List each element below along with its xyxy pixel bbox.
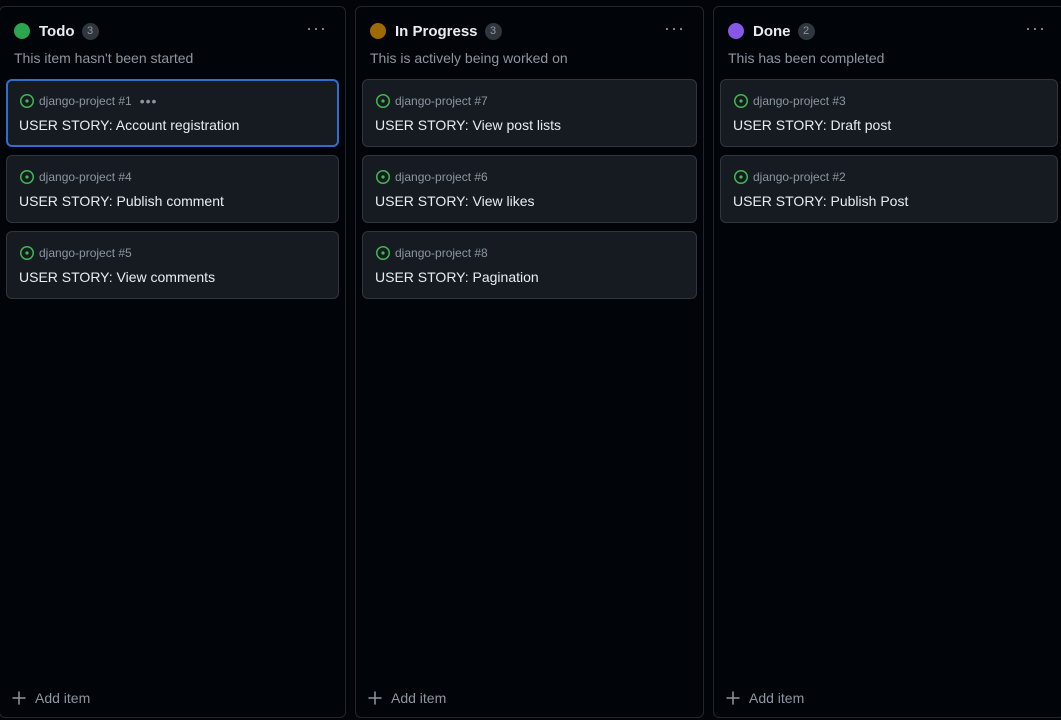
card-repo-ref[interactable]: django-project #2 — [753, 170, 846, 184]
plus-icon — [725, 690, 741, 706]
add-item-label: Add item — [749, 690, 805, 706]
issue-open-icon — [19, 245, 35, 261]
column-done: Done 2 ··· This has been completed django-pr… — [713, 6, 1061, 718]
card-repo-ref[interactable]: django-project #4 — [39, 170, 132, 184]
issue-card[interactable]: django-project #2 USER STORY: Publish Pos… — [720, 155, 1058, 223]
card-title[interactable]: USER STORY: Account registration — [19, 117, 239, 133]
add-item-label: Add item — [35, 690, 91, 706]
column-header: Done 2 ··· — [728, 19, 1050, 41]
card-repo-ref[interactable]: django-project #3 — [753, 94, 846, 108]
add-item-label: Add item — [391, 690, 447, 706]
card-meta: django-project #4 — [19, 169, 132, 185]
card-list: django-project #7 USER STORY: View post l… — [362, 79, 697, 307]
card-title[interactable]: USER STORY: View likes — [375, 193, 535, 209]
column-title: In Progress — [395, 22, 478, 40]
status-dot-icon — [370, 23, 386, 39]
card-meta: django-project #7 — [375, 93, 488, 109]
item-count-badge: 2 — [797, 22, 815, 40]
issue-open-icon — [19, 93, 35, 109]
card-repo-ref[interactable]: django-project #8 — [395, 246, 488, 260]
card-meta: django-project #3 — [733, 93, 846, 109]
item-count-badge: 3 — [81, 22, 99, 40]
issue-open-icon — [375, 169, 391, 185]
card-meta: django-project #2 — [733, 169, 846, 185]
issue-open-icon — [375, 93, 391, 109]
card-title[interactable]: USER STORY: Publish comment — [19, 193, 224, 209]
plus-icon — [11, 690, 27, 706]
status-dot-icon — [14, 23, 30, 39]
card-title[interactable]: USER STORY: View post lists — [375, 117, 561, 133]
card-title[interactable]: USER STORY: Publish Post — [733, 193, 908, 209]
column-title: Done — [753, 22, 791, 40]
issue-card[interactable]: django-project #7 USER STORY: View post l… — [362, 79, 697, 147]
card-meta: django-project #8 — [375, 245, 488, 261]
card-repo-ref[interactable]: django-project #5 — [39, 246, 132, 260]
card-meta: django-project #6 — [375, 169, 488, 185]
column-header: Todo 3 ··· — [14, 19, 331, 41]
column-menu-button[interactable]: ··· — [664, 19, 685, 37]
card-title[interactable]: USER STORY: View comments — [19, 269, 215, 285]
card-meta: django-project #5 — [19, 245, 132, 261]
issue-open-icon — [733, 169, 749, 185]
issue-card[interactable]: django-project #4 USER STORY: Publish com… — [6, 155, 339, 223]
column-description: This item hasn't been started — [14, 50, 194, 66]
card-title[interactable]: USER STORY: Draft post — [733, 117, 891, 133]
column-title: Todo — [39, 22, 75, 40]
issue-card[interactable]: django-project #5 USER STORY: View commen… — [6, 231, 339, 299]
card-list: django-project #1 ••• USER STORY: Account … — [6, 79, 339, 307]
issue-card[interactable]: django-project #6 USER STORY: View likes — [362, 155, 697, 223]
card-title[interactable]: USER STORY: Pagination — [375, 269, 539, 285]
plus-icon — [367, 690, 383, 706]
item-count-badge: 3 — [484, 22, 502, 40]
issue-card[interactable]: django-project #1 ••• USER STORY: Account … — [6, 79, 339, 147]
issue-open-icon — [19, 169, 35, 185]
issue-card[interactable]: django-project #3 USER STORY: Draft post — [720, 79, 1058, 147]
column-menu-button[interactable]: ··· — [306, 19, 327, 37]
issue-open-icon — [375, 245, 391, 261]
column-in-progress: In Progress 3 ··· This is actively being wo… — [355, 6, 704, 718]
card-meta: django-project #1 ••• — [19, 93, 157, 109]
card-repo-ref[interactable]: django-project #7 — [395, 94, 488, 108]
column-header: In Progress 3 ··· — [370, 19, 689, 41]
column-description: This is actively being worked on — [370, 50, 568, 66]
card-list: django-project #3 USER STORY: Draft post d… — [720, 79, 1058, 231]
project-board: Todo 3 ··· This item hasn't been started dja… — [0, 0, 1061, 720]
status-dot-icon — [728, 23, 744, 39]
column-description: This has been completed — [728, 50, 885, 66]
issue-open-icon — [733, 93, 749, 109]
add-item-button[interactable]: Add item — [367, 690, 446, 706]
add-item-button[interactable]: Add item — [11, 690, 90, 706]
add-item-button[interactable]: Add item — [725, 690, 804, 706]
card-repo-ref[interactable]: django-project #6 — [395, 170, 488, 184]
column-menu-button[interactable]: ··· — [1025, 19, 1046, 37]
card-menu-button[interactable]: ••• — [140, 94, 158, 108]
issue-card[interactable]: django-project #8 USER STORY: Pagination — [362, 231, 697, 299]
card-repo-ref[interactable]: django-project #1 — [39, 94, 132, 108]
column-todo: Todo 3 ··· This item hasn't been started dja… — [0, 6, 346, 718]
